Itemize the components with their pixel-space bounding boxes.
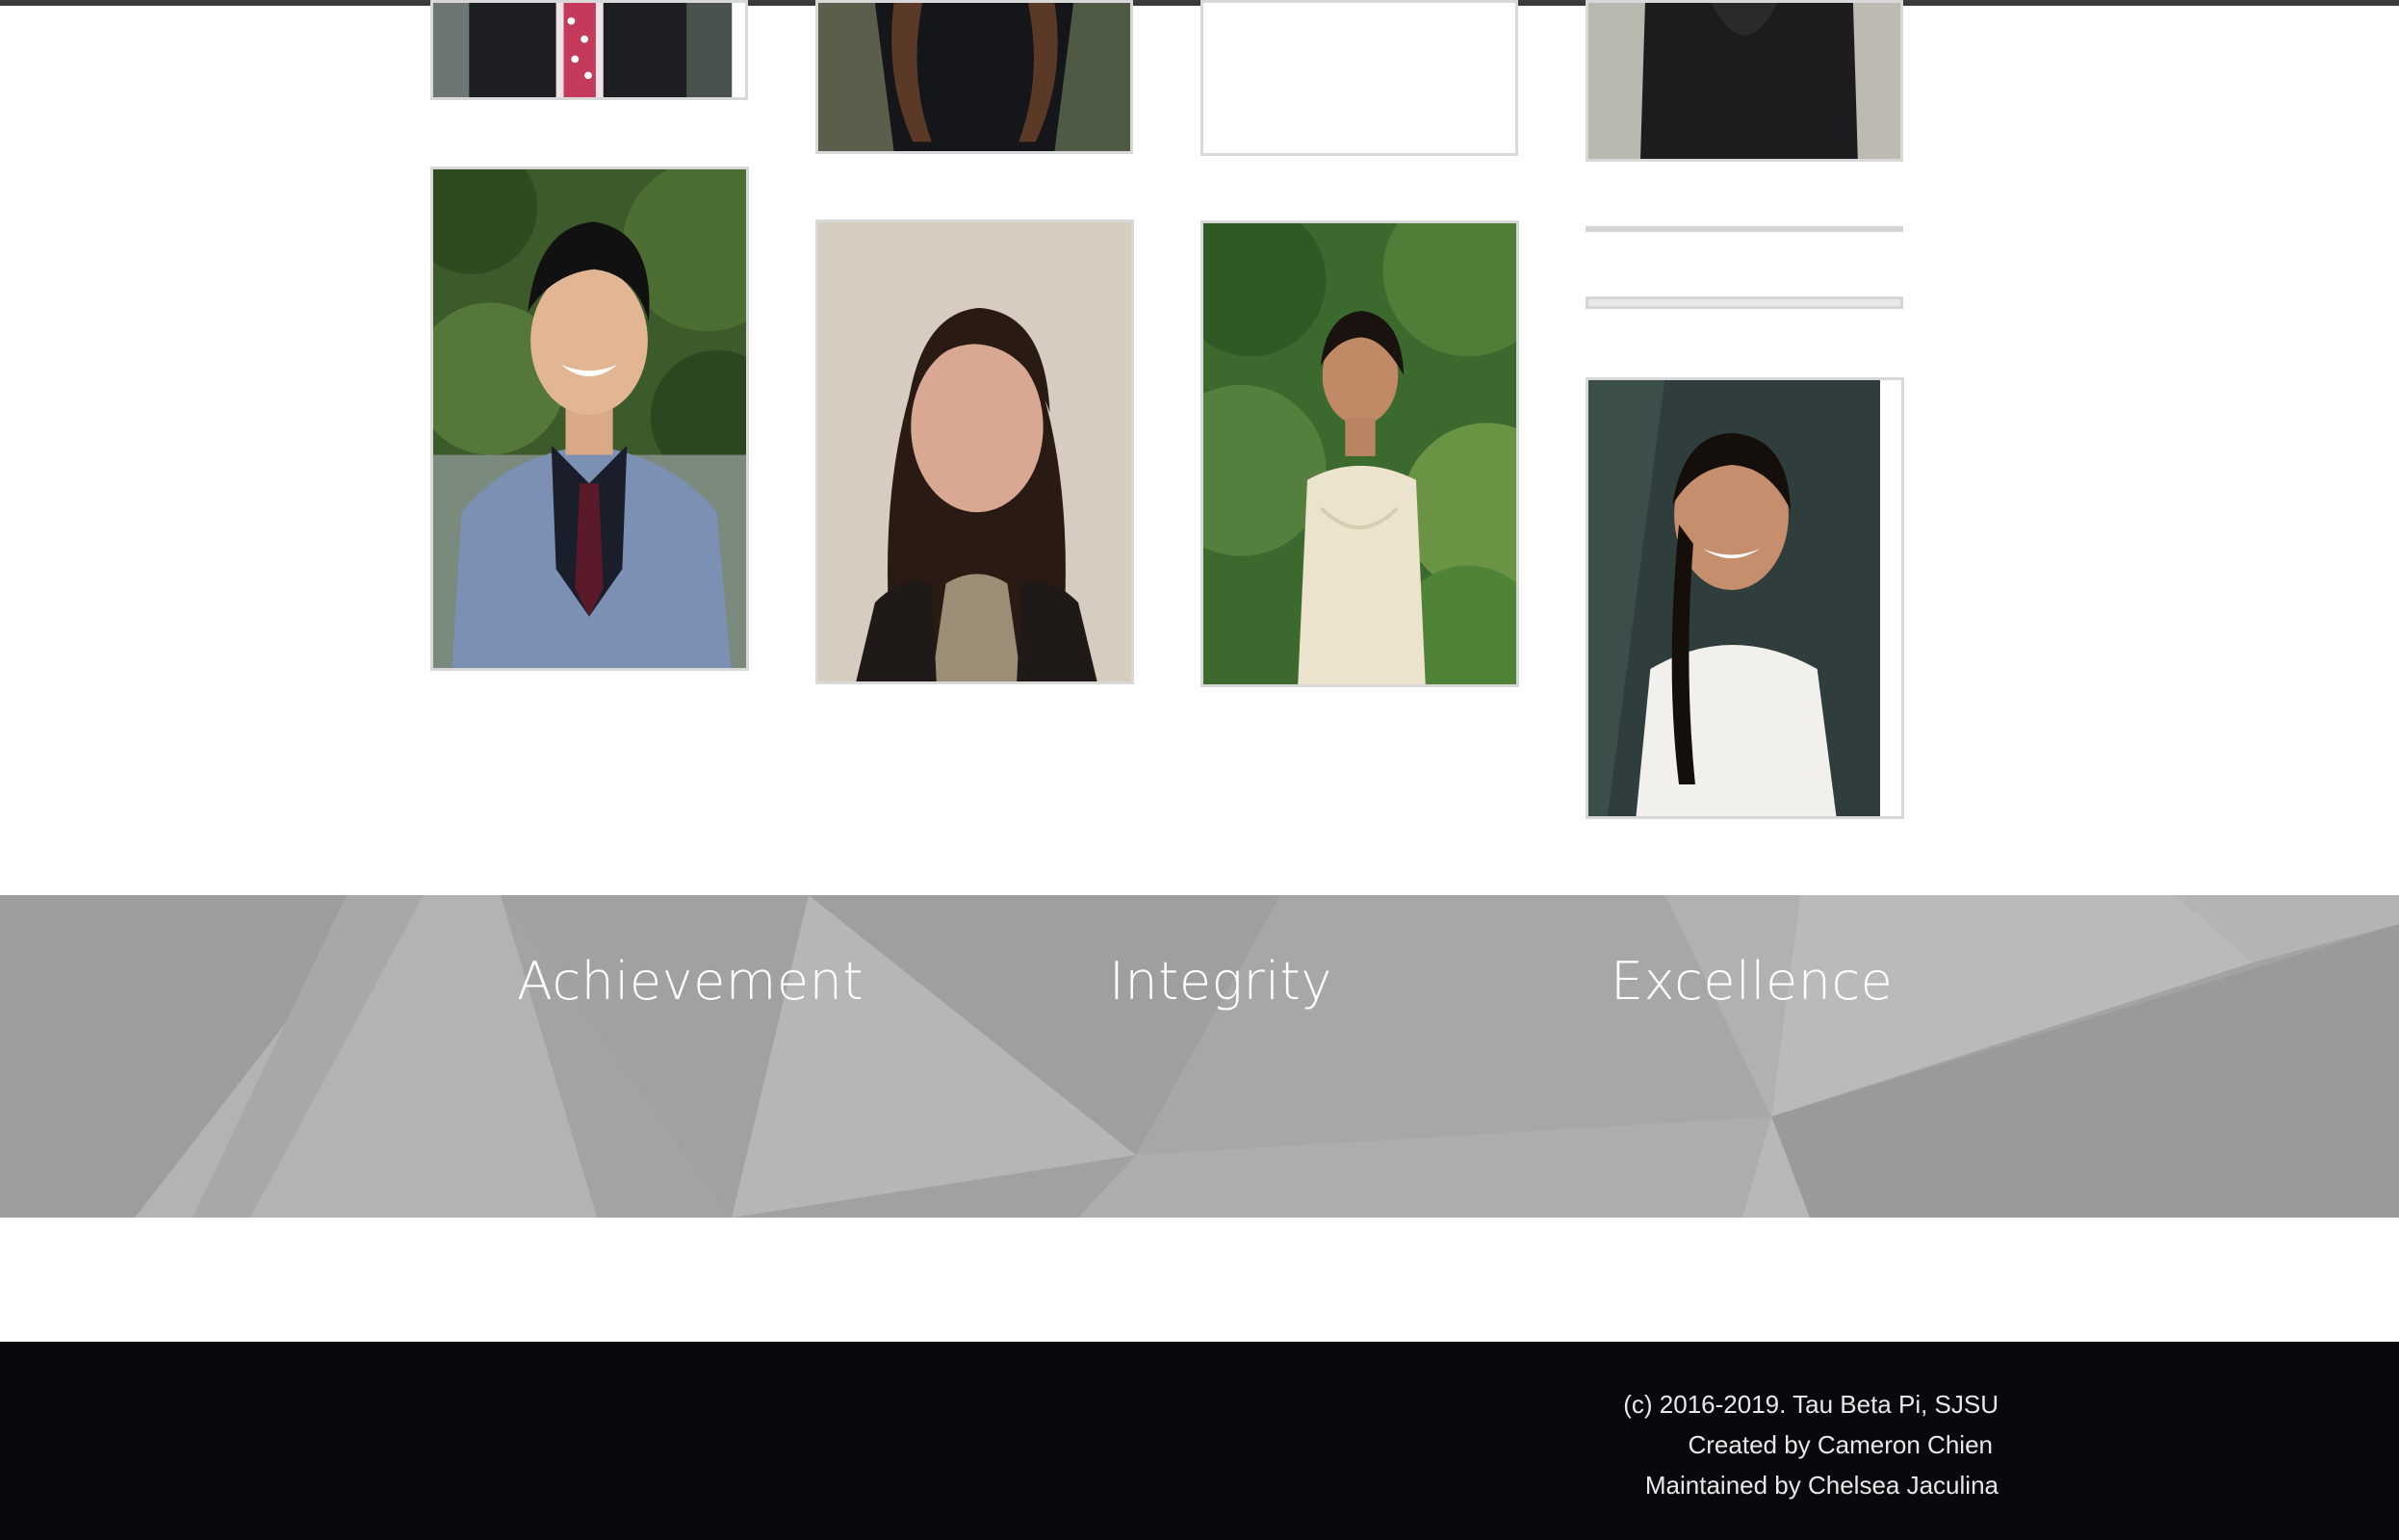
- member-photo: [818, 3, 1130, 151]
- card-divider-line: [1586, 296, 1903, 309]
- geometric-background: [0, 895, 2399, 1218]
- member-photo: [1588, 380, 1880, 816]
- value-excellence: Excellence: [1611, 951, 1894, 1012]
- value-integrity: Integrity: [1109, 951, 1332, 1012]
- member-photo: [1203, 223, 1516, 684]
- footer-created-by: Created by Cameron Chien: [1688, 1430, 1994, 1459]
- member-photo: [1588, 3, 1900, 159]
- member-photo: [433, 169, 746, 668]
- member-photo-card[interactable]: [430, 167, 749, 671]
- member-photo-card[interactable]: [1586, 0, 1903, 162]
- footer-copyright: (c) 2016-2019. Tau Beta Pi, SJSU: [1623, 1390, 1999, 1419]
- card-divider-line: [1586, 226, 1903, 232]
- member-photo-card[interactable]: [1200, 220, 1519, 687]
- member-photo-card[interactable]: [815, 0, 1133, 154]
- footer-credits: (c) 2016-2019. Tau Beta Pi, SJSU Created…: [1623, 1384, 1999, 1505]
- top-edge-bar: [0, 0, 2399, 6]
- site-footer: (c) 2016-2019. Tau Beta Pi, SJSU Created…: [0, 1342, 2399, 1540]
- member-photo-card[interactable]: [1586, 377, 1904, 819]
- values-banner: Achievement Integrity Excellence: [0, 895, 2399, 1218]
- member-photo-card[interactable]: [815, 219, 1134, 684]
- member-photo: [818, 222, 1131, 681]
- member-photo: [433, 3, 745, 97]
- footer-maintained-by: Maintained by Chelsea Jaculina: [1644, 1471, 1999, 1500]
- member-photo-card-empty[interactable]: [1200, 0, 1518, 156]
- member-photo-card[interactable]: [430, 0, 748, 100]
- value-achievement: Achievement: [517, 951, 864, 1012]
